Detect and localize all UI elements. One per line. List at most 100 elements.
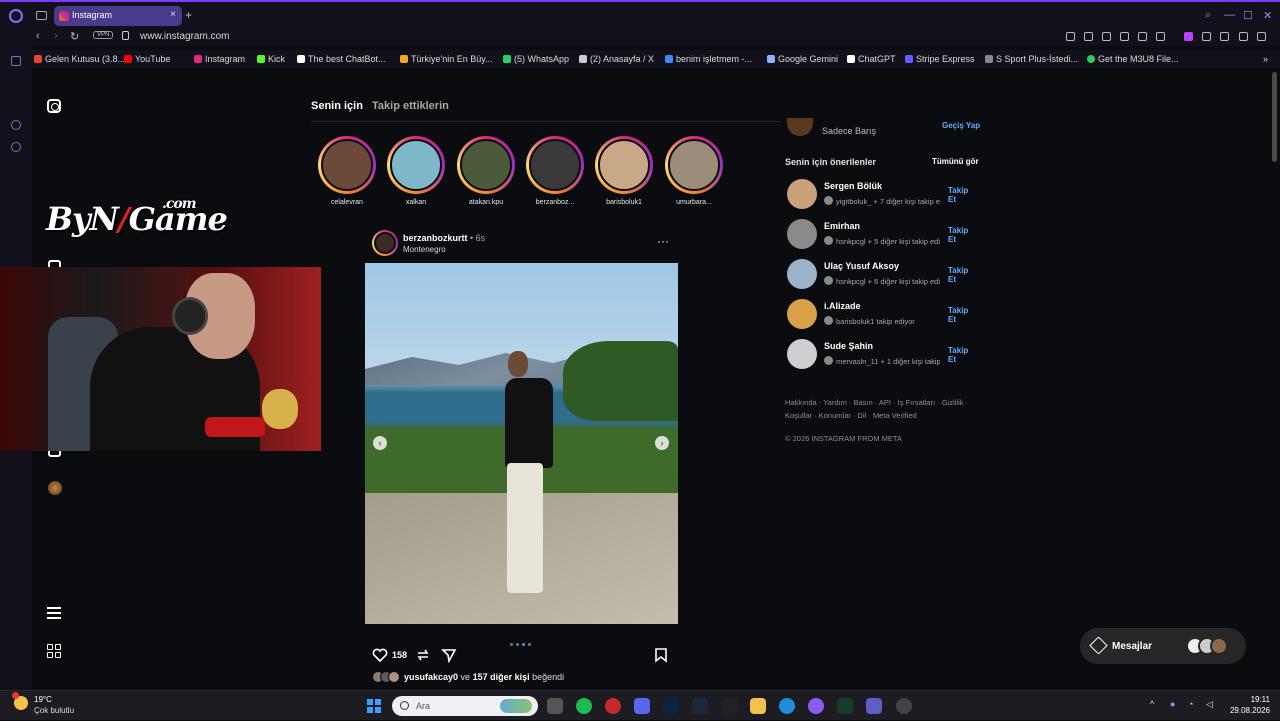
github-icon[interactable]	[896, 698, 912, 714]
follow-button[interactable]: Takip Et	[948, 186, 977, 204]
workspaces-icon[interactable]	[36, 11, 47, 20]
suggestion-name[interactable]: Sergen Bölük	[824, 181, 882, 191]
bookmark-chatbot[interactable]: The best ChatBot...	[297, 54, 386, 64]
bookmark-whatsapp[interactable]: (5) WhatsApp	[503, 54, 569, 64]
windows-start-icon[interactable]	[367, 699, 381, 713]
repost-icon[interactable]	[415, 647, 431, 663]
weather-condition[interactable]: Çok bulutlu	[34, 706, 74, 715]
story-item[interactable]: atakan.kpu	[456, 136, 516, 206]
bookmark-gemini[interactable]: Google Gemini	[767, 54, 838, 64]
nvidia-icon[interactable]	[837, 698, 853, 714]
back-button[interactable]: ‹	[36, 30, 40, 42]
puzzle-icon[interactable]	[1202, 32, 1211, 41]
settings-icon[interactable]	[11, 142, 21, 152]
photoshop-icon[interactable]	[663, 698, 679, 714]
likes-count[interactable]: 158	[392, 650, 407, 660]
bookmark-kick[interactable]: Kick	[257, 54, 285, 64]
microphone-tray-icon[interactable]: ●	[1170, 699, 1175, 709]
story-item[interactable]: barisboluk1	[594, 136, 654, 206]
more-apps-icon[interactable]	[47, 644, 62, 659]
bookmark-x[interactable]: (2) Anasayfa / X	[579, 54, 654, 64]
discord-icon[interactable]	[634, 698, 650, 714]
tab-for-you[interactable]: Senin için	[311, 100, 363, 112]
bookmarks-more-button[interactable]: »	[1263, 54, 1268, 64]
epic-games-icon[interactable]	[721, 698, 737, 714]
tab-close-button[interactable]: ×	[170, 9, 176, 20]
page-scrollbar[interactable]	[1270, 68, 1280, 690]
taskbar-clock[interactable]: 19:11 29.08.2026	[1228, 694, 1270, 716]
post-options-button[interactable]: ···	[657, 234, 669, 248]
follow-button[interactable]: Takip Et	[948, 346, 977, 364]
suggestion-avatar[interactable]	[787, 179, 817, 209]
suggestion-name[interactable]: Sude Şahin	[824, 341, 873, 351]
tab-search-icon[interactable]: ⌕	[1205, 9, 1211, 22]
story-item[interactable]: xalkan	[386, 136, 446, 206]
scrollbar-thumb[interactable]	[1272, 72, 1277, 162]
bookmark-ssport[interactable]: S Sport Plus-İstedi...	[985, 54, 1078, 64]
download-icon[interactable]	[1239, 32, 1248, 41]
percent-icon[interactable]	[11, 88, 21, 98]
menu-icon[interactable]	[47, 607, 61, 619]
close-window-button[interactable]: ✕	[1263, 9, 1272, 22]
account-avatar[interactable]	[787, 118, 813, 136]
edge-icon[interactable]	[779, 698, 795, 714]
forward-button[interactable]: ›	[54, 30, 58, 42]
bookmark-gmail[interactable]: Gelen Kutusu (3.8...	[34, 54, 125, 64]
shield-icon[interactable]	[1102, 32, 1111, 41]
task-view-icon[interactable]	[547, 698, 563, 714]
switch-account-link[interactable]: Geçiş Yap	[942, 121, 980, 130]
minimize-button[interactable]: —	[1224, 9, 1235, 21]
see-all-link[interactable]: Tümünü gör	[932, 157, 979, 166]
post-location[interactable]: Montenegro	[403, 245, 446, 254]
opera-gx-icon[interactable]	[605, 698, 621, 714]
bookmark-instagram[interactable]: Instagram	[194, 54, 245, 64]
snapshot-icon[interactable]	[1084, 32, 1093, 41]
story-item[interactable]: berzanboz...	[525, 136, 585, 206]
footer-links-line[interactable]: Koşullar · Konumlar · Dil · Meta Verifie…	[785, 409, 975, 422]
app-icon[interactable]	[808, 698, 824, 714]
story-item[interactable]: celalevran	[317, 136, 377, 206]
suggestion-avatar[interactable]	[787, 259, 817, 289]
suggestion-name[interactable]: i.Alizade	[824, 301, 861, 311]
bookmark-youtube[interactable]: YouTube	[124, 54, 170, 64]
suggestion-name[interactable]: Emirhan	[824, 221, 860, 231]
instagram-logo-icon[interactable]	[47, 99, 61, 113]
suggestion-avatar[interactable]	[787, 339, 817, 369]
carousel-prev-button[interactable]: ‹	[373, 436, 387, 450]
heart-icon[interactable]	[1156, 32, 1165, 41]
opera-logo-icon[interactable]	[9, 9, 23, 23]
browser-tab-instagram[interactable]: Instagram ×	[54, 6, 182, 26]
steam-icon[interactable]	[692, 698, 708, 714]
share-icon[interactable]	[441, 647, 457, 663]
story-item[interactable]: umurbara...	[664, 136, 724, 206]
liked-by-text[interactable]: yusufakcay0 ve 157 diğer kişi beğendi	[404, 672, 564, 682]
post-author-avatar[interactable]	[372, 230, 398, 256]
extension-icon[interactable]	[1184, 32, 1193, 41]
messages-button[interactable]: Mesajlar	[1080, 628, 1246, 664]
reload-button[interactable]: ↻	[70, 30, 79, 43]
taskbar-search[interactable]: Ara	[392, 696, 538, 716]
tab-following[interactable]: Takip ettiklerin	[372, 100, 449, 112]
follow-button[interactable]: Takip Et	[948, 306, 977, 324]
weather-temperature[interactable]: 19°C	[34, 695, 52, 704]
profile-avatar[interactable]	[48, 481, 62, 495]
bookmark-turkiye[interactable]: Türkiye'nin En Büy...	[400, 54, 493, 64]
bookmark-m3u8[interactable]: Get the M3U8 File...	[1087, 54, 1179, 64]
vpn-badge[interactable]: VPN	[93, 31, 114, 39]
history-icon[interactable]	[11, 120, 21, 130]
post-author[interactable]: berzanbozkurtt • 6s	[403, 233, 485, 243]
new-tab-button[interactable]: +	[185, 8, 192, 22]
liked-by-user[interactable]: yusufakcay0	[404, 672, 458, 682]
file-explorer-icon[interactable]	[750, 698, 766, 714]
url-field[interactable]: www.instagram.com	[140, 31, 229, 42]
play-icon[interactable]	[1138, 32, 1147, 41]
network-icon[interactable]: ◔	[1188, 699, 1193, 709]
post-username[interactable]: berzanbozkurtt	[403, 233, 468, 243]
liked-by-others[interactable]: 157 diğer kişi	[473, 672, 530, 682]
bookmark-google-business[interactable]: benim işletmem -...	[665, 54, 752, 64]
carousel-next-button[interactable]: ›	[655, 436, 669, 450]
follow-button[interactable]: Takip Et	[948, 226, 977, 244]
bookmark-chatgpt[interactable]: ChatGPT	[847, 54, 896, 64]
suggestion-avatar[interactable]	[787, 219, 817, 249]
teams-icon[interactable]	[866, 698, 882, 714]
